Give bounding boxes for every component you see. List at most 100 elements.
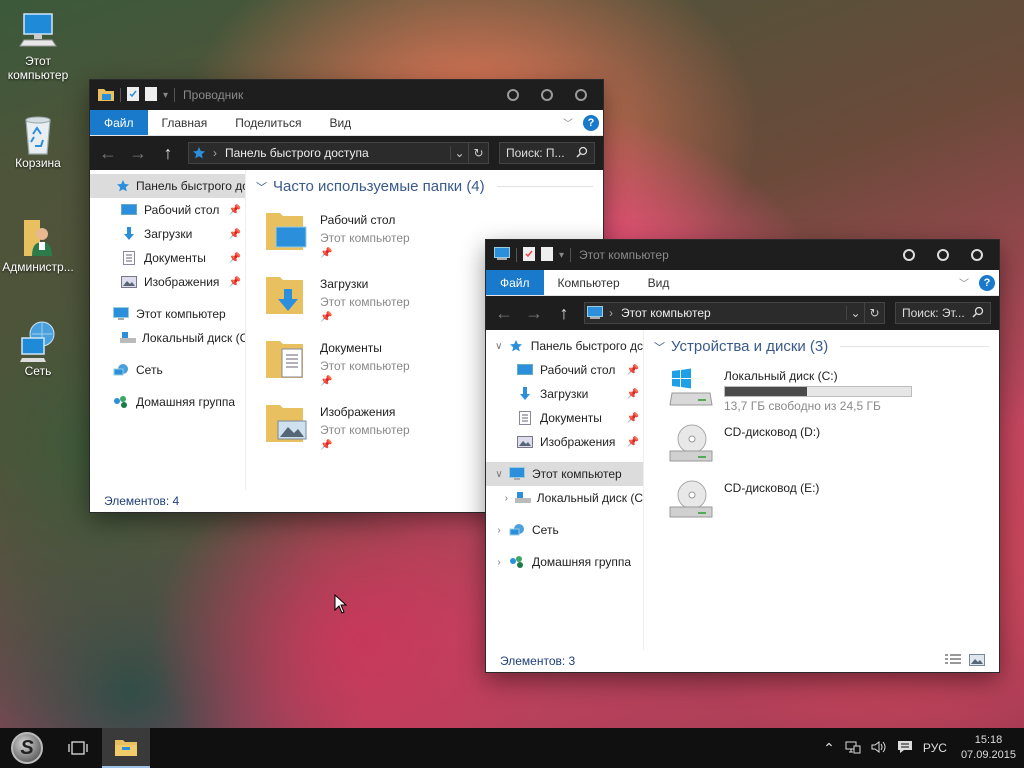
forward-button[interactable]: → [128, 143, 148, 164]
nav-item-label: Этот компьютер [136, 307, 226, 321]
nav-item-network[interactable]: › Сеть [486, 518, 643, 542]
expand-chevron-icon[interactable]: › [492, 525, 506, 536]
pictures-folder-icon [264, 401, 310, 447]
nav-item-documents[interactable]: Документы 📌 [486, 406, 643, 430]
volume-icon[interactable] [871, 740, 887, 757]
nav-item-quick-access[interactable]: Панель быстрого доступа [90, 174, 245, 198]
maximize-button[interactable] [541, 89, 553, 101]
breadcrumb-chevron-icon: › [609, 306, 613, 320]
group-title: Часто используемые папки (4) [273, 178, 485, 195]
tab-file[interactable]: Файл [90, 110, 148, 135]
close-button[interactable] [971, 249, 983, 261]
task-view-button[interactable] [54, 728, 102, 768]
properties-icon[interactable] [523, 246, 535, 264]
drive-item-d[interactable]: CD-дисковод (D:) [654, 417, 989, 473]
tab-share[interactable]: Поделиться [221, 110, 315, 135]
nav-item-local-disk[interactable]: Локальный диск (C [90, 326, 245, 350]
help-icon[interactable]: ? [583, 114, 599, 131]
expand-chevron-icon[interactable]: › [500, 493, 513, 504]
maximize-button[interactable] [937, 249, 949, 261]
expand-chevron-icon[interactable]: ∨ [492, 341, 505, 352]
tab-file[interactable]: Файл [486, 270, 544, 295]
address-dropdown-icon[interactable]: ⌄ [450, 146, 468, 160]
network-tray-icon[interactable] [845, 740, 861, 757]
desktop-icon-this-pc[interactable]: Этот компьютер [0, 10, 76, 82]
input-language[interactable]: РУС [923, 741, 947, 755]
up-button[interactable]: ↑ [158, 143, 178, 164]
nav-item-desktop[interactable]: Рабочий стол 📌 [486, 358, 643, 382]
pin-icon[interactable]: 📌 [229, 229, 241, 240]
search-input[interactable]: Поиск: Эт... [895, 302, 991, 324]
start-button[interactable]: S [0, 728, 54, 768]
pin-icon[interactable]: 📌 [229, 253, 241, 264]
show-hidden-icons-button[interactable]: ⌃ [823, 740, 835, 757]
breadcrumb-chevron-icon: › [213, 146, 217, 160]
title-bar[interactable]: ▾ Этот компьютер [486, 240, 999, 270]
address-bar[interactable]: › Этот компьютер ⌄ ↻ [584, 302, 885, 324]
breadcrumb[interactable]: Панель быстрого доступа [225, 146, 369, 160]
expand-chevron-icon[interactable]: ∨ [492, 469, 506, 480]
desktop-icon-admin-folder[interactable]: Администр... [0, 216, 76, 274]
expand-ribbon-icon[interactable]: ﹀ [959, 275, 969, 290]
nav-item-homegroup[interactable]: › Домашняя группа [486, 550, 643, 574]
nav-item-documents[interactable]: Документы 📌 [90, 246, 245, 270]
tab-home[interactable]: Главная [148, 110, 222, 135]
nav-item-downloads[interactable]: Загрузки 📌 [486, 382, 643, 406]
drive-icon [514, 490, 531, 506]
close-button[interactable] [575, 89, 587, 101]
pin-icon[interactable]: 📌 [627, 389, 639, 400]
nav-item-network[interactable]: Сеть [90, 358, 245, 382]
drive-item-e[interactable]: CD-дисковод (E:) [654, 473, 989, 529]
drive-item-c[interactable]: Локальный диск (C:) 13,7 ГБ свободно из … [654, 361, 989, 417]
nav-item-pictures[interactable]: Изображения 📌 [486, 430, 643, 454]
address-dropdown-icon[interactable]: ⌄ [846, 306, 864, 320]
expand-chevron-icon[interactable]: › [492, 557, 506, 568]
group-header[interactable]: ﹀ Устройства и диски (3) [654, 338, 989, 355]
refresh-button[interactable]: ↻ [468, 143, 488, 163]
chevron-down-icon[interactable]: ▾ [559, 250, 564, 261]
chevron-down-icon[interactable]: ▾ [163, 90, 168, 101]
refresh-button[interactable]: ↻ [864, 303, 884, 323]
nav-item-quick-access[interactable]: ∨ Панель быстрого дс [486, 334, 643, 358]
back-button[interactable]: ← [98, 143, 118, 164]
star-icon [507, 338, 524, 354]
pin-icon[interactable]: 📌 [627, 365, 639, 376]
group-header[interactable]: ﹀ Часто используемые папки (4) [256, 178, 593, 195]
help-icon[interactable]: ? [979, 274, 995, 291]
large-icons-view-icon[interactable] [969, 653, 985, 669]
nav-item-pictures[interactable]: Изображения 📌 [90, 270, 245, 294]
nav-item-local-disk[interactable]: › Локальный диск (C [486, 486, 643, 510]
nav-item-this-pc[interactable]: Этот компьютер [90, 302, 245, 326]
quick-access-toolbar: ▾ [494, 246, 572, 264]
new-file-icon[interactable] [145, 86, 157, 104]
tab-computer[interactable]: Компьютер [544, 270, 634, 295]
up-button[interactable]: ↑ [554, 303, 574, 324]
breadcrumb[interactable]: Этот компьютер [621, 306, 711, 320]
back-button[interactable]: ← [494, 303, 514, 324]
action-center-icon[interactable] [897, 740, 913, 757]
title-bar[interactable]: ▾ Проводник [90, 80, 603, 110]
expand-ribbon-icon[interactable]: ﹀ [563, 115, 573, 130]
pin-icon[interactable]: 📌 [627, 437, 639, 448]
tab-view[interactable]: Вид [634, 270, 684, 295]
desktop-icon-recycle-bin[interactable]: Корзина [0, 112, 76, 170]
nav-item-homegroup[interactable]: Домашняя группа [90, 390, 245, 414]
desktop-icon-network[interactable]: Сеть [0, 320, 76, 378]
new-file-icon[interactable] [541, 246, 553, 264]
nav-item-desktop[interactable]: Рабочий стол 📌 [90, 198, 245, 222]
search-input[interactable]: Поиск: П... [499, 142, 595, 164]
minimize-button[interactable] [507, 89, 519, 101]
address-bar[interactable]: › Панель быстрого доступа ⌄ ↻ [188, 142, 489, 164]
tab-view[interactable]: Вид [315, 110, 365, 135]
details-view-icon[interactable] [945, 653, 961, 669]
properties-icon[interactable] [127, 86, 139, 104]
nav-item-downloads[interactable]: Загрузки 📌 [90, 222, 245, 246]
clock[interactable]: 15:18 07.09.2015 [961, 733, 1016, 763]
pin-icon[interactable]: 📌 [229, 205, 241, 216]
forward-button[interactable]: → [524, 303, 544, 324]
pin-icon[interactable]: 📌 [229, 277, 241, 288]
minimize-button[interactable] [903, 249, 915, 261]
taskbar-explorer-button[interactable] [102, 728, 150, 768]
pin-icon[interactable]: 📌 [627, 413, 639, 424]
nav-item-this-pc[interactable]: ∨ Этот компьютер [486, 462, 643, 486]
